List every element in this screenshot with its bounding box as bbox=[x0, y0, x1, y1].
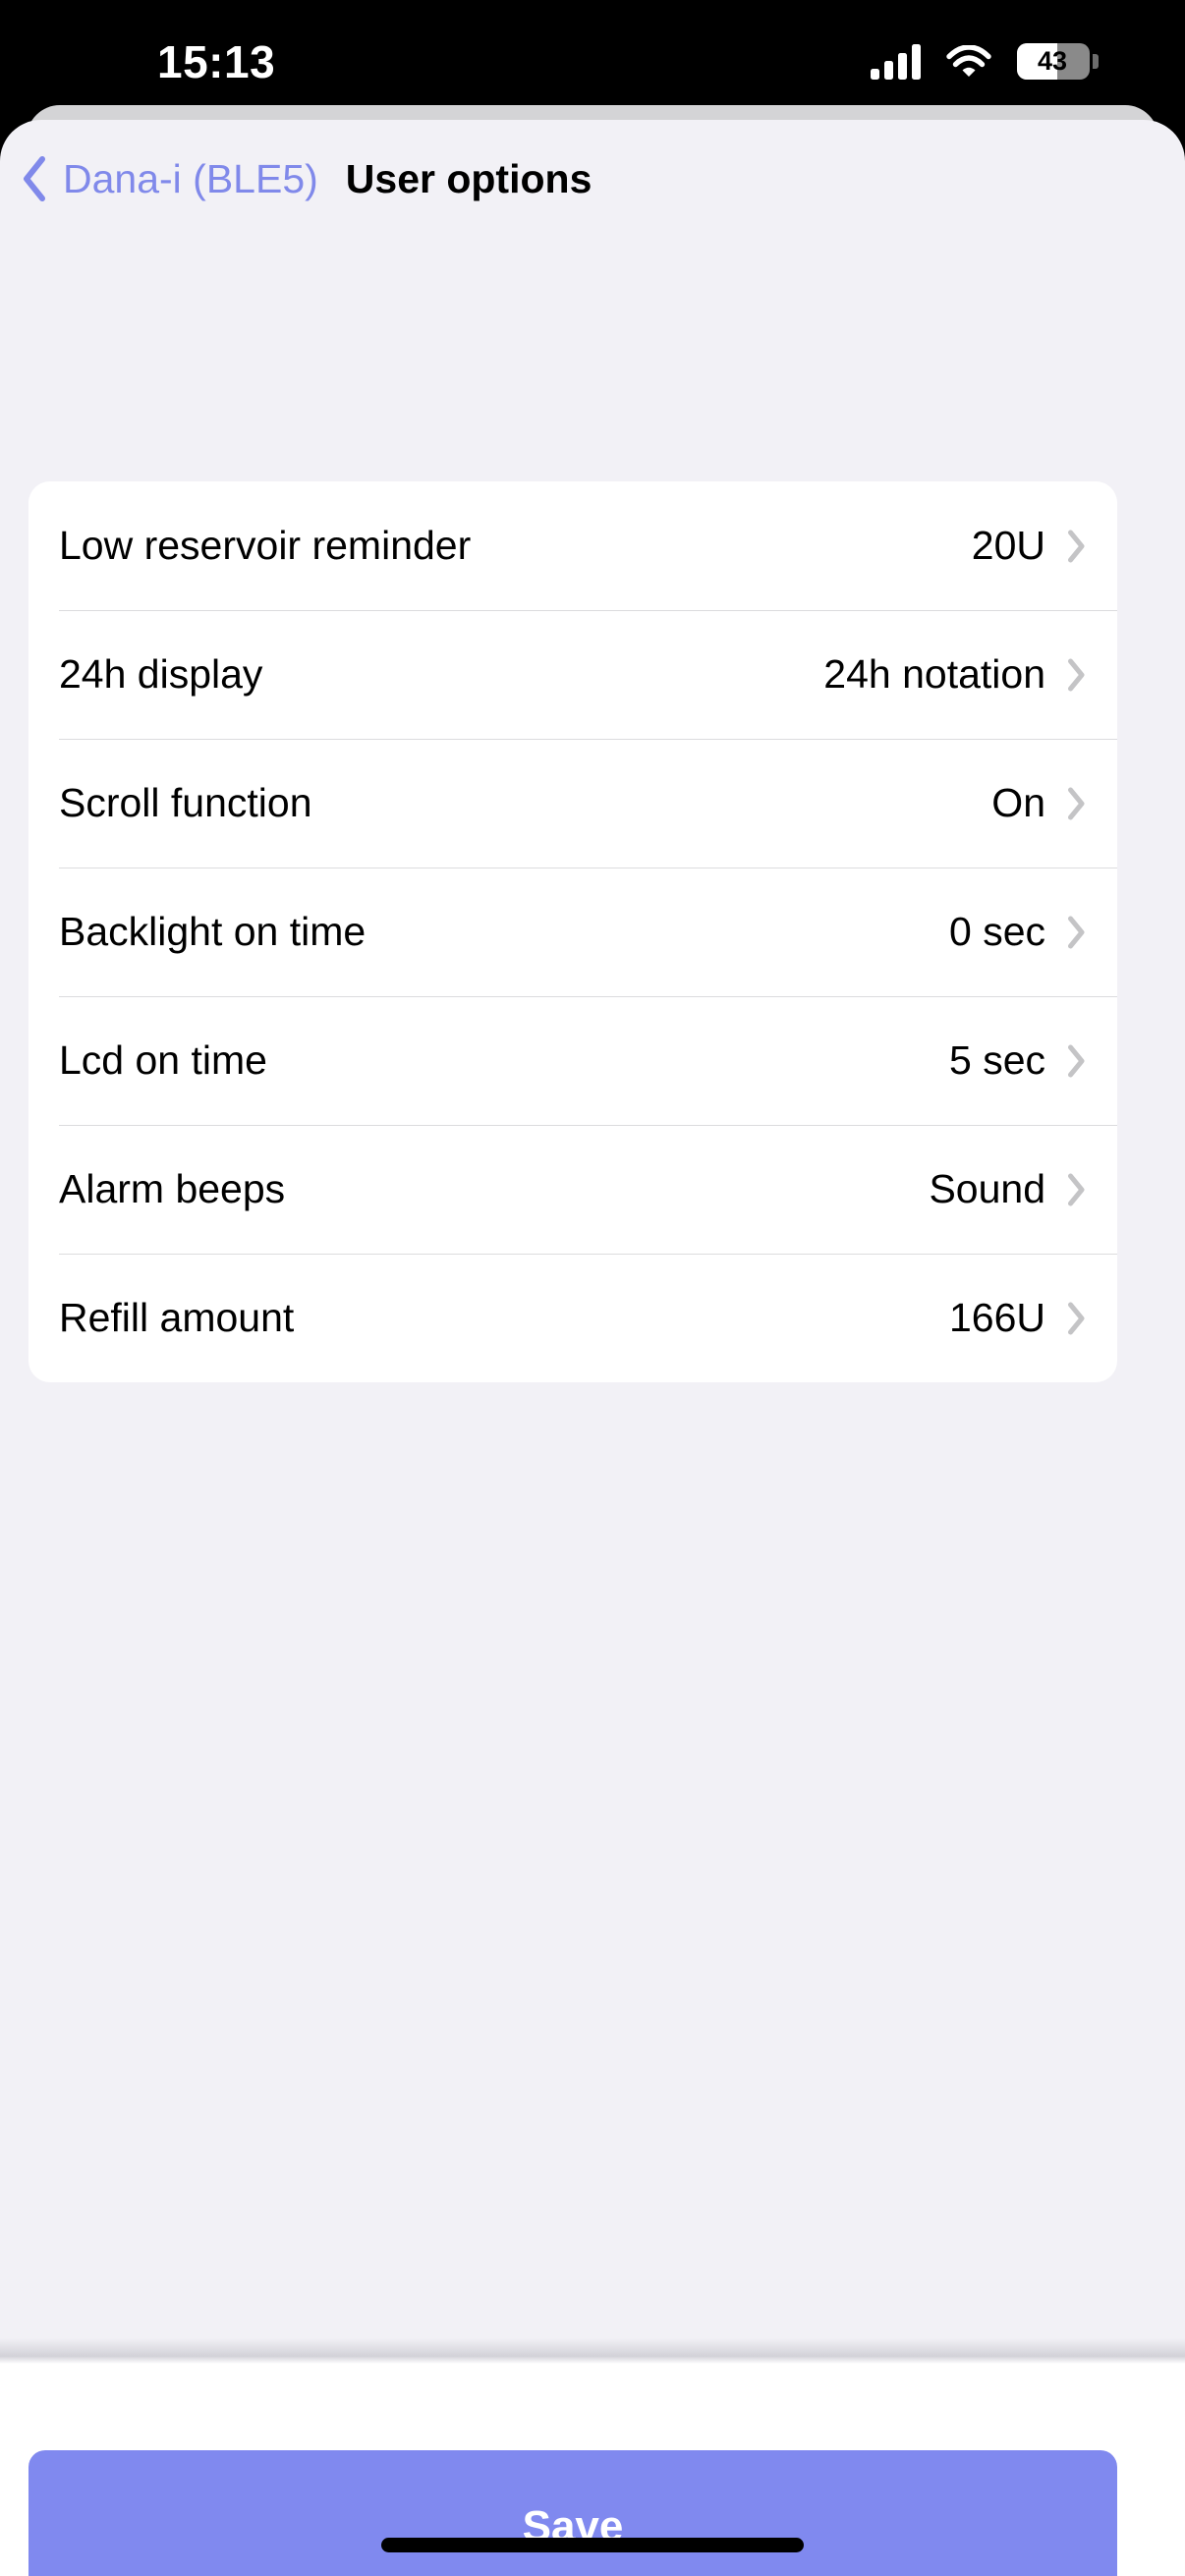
list-item-accessory: Sound bbox=[929, 1169, 1086, 1209]
list-item-label: Alarm beeps bbox=[59, 1166, 286, 1211]
list-item-accessory: 0 sec bbox=[949, 912, 1086, 952]
list-item-accessory: 20U bbox=[972, 526, 1086, 566]
list-item-accessory: 5 sec bbox=[949, 1040, 1086, 1081]
list-item-value: 24h notation bbox=[823, 651, 1045, 697]
list-item-alarm-beeps[interactable]: Alarm beeps Sound bbox=[28, 1125, 1117, 1254]
chevron-left-icon bbox=[22, 156, 47, 201]
chevron-right-icon bbox=[1045, 658, 1086, 692]
battery-icon: 43 bbox=[1017, 43, 1099, 80]
chevron-right-icon bbox=[1045, 530, 1086, 563]
list-item-backlight-on-time[interactable]: Backlight on time 0 sec bbox=[28, 868, 1117, 996]
list-item-scroll-function[interactable]: Scroll function On bbox=[28, 739, 1117, 868]
wifi-icon bbox=[946, 44, 991, 79]
home-indicator bbox=[381, 2538, 804, 2552]
list-item-value: Sound bbox=[929, 1166, 1045, 1211]
scroll-container[interactable]: Low reservoir reminder 20U 24h display 2… bbox=[0, 238, 1185, 2456]
page-title: User options bbox=[345, 155, 592, 201]
battery-tip bbox=[1093, 54, 1099, 69]
back-button[interactable]: Dana-i (BLE5) bbox=[0, 120, 318, 238]
list-item-value: 20U bbox=[971, 523, 1045, 568]
list-item-value: 166U bbox=[948, 1295, 1045, 1340]
save-button[interactable]: Save bbox=[28, 2450, 1117, 2576]
list-item-value: On bbox=[991, 780, 1045, 825]
list-item-accessory: 166U bbox=[949, 1298, 1086, 1338]
modal-sheet: Dana-i (BLE5) User options Low reservoir… bbox=[0, 120, 1185, 2576]
footer-divider-shadow bbox=[0, 2338, 1185, 2364]
status-bar: 15:13 43 bbox=[0, 0, 1185, 120]
chevron-right-icon bbox=[1045, 1044, 1086, 1078]
back-button-label: Dana-i (BLE5) bbox=[63, 155, 318, 201]
list-item-label: Low reservoir reminder bbox=[59, 523, 472, 568]
list-item-24h-display[interactable]: 24h display 24h notation bbox=[28, 610, 1117, 739]
chevron-right-icon bbox=[1045, 1302, 1086, 1335]
chevron-right-icon bbox=[1045, 787, 1086, 820]
phone-screen: 15:13 43 Dana-i (BLE5) User options Low … bbox=[0, 0, 1185, 2576]
list-item-accessory: On bbox=[991, 783, 1086, 823]
status-bar-icons: 43 bbox=[871, 43, 1099, 80]
navigation-bar: Dana-i (BLE5) User options bbox=[0, 120, 1185, 238]
status-bar-clock: 15:13 bbox=[157, 36, 276, 87]
list-item-label: Refill amount bbox=[59, 1295, 295, 1340]
battery-percent-label: 43 bbox=[1037, 46, 1068, 76]
list-item-value: 0 sec bbox=[949, 909, 1045, 954]
list-item-accessory: 24h notation bbox=[823, 654, 1086, 695]
list-item-label: Scroll function bbox=[59, 780, 312, 825]
list-item-lcd-on-time[interactable]: Lcd on time 5 sec bbox=[28, 996, 1117, 1125]
list-item-low-reservoir-reminder[interactable]: Low reservoir reminder 20U bbox=[28, 481, 1117, 610]
list-item-label: Backlight on time bbox=[59, 909, 367, 954]
list-item-label: Lcd on time bbox=[59, 1037, 267, 1083]
user-options-list: Low reservoir reminder 20U 24h display 2… bbox=[28, 481, 1117, 1382]
list-item-refill-amount[interactable]: Refill amount 166U bbox=[28, 1254, 1117, 1382]
list-item-label: 24h display bbox=[59, 651, 263, 697]
list-item-value: 5 sec bbox=[949, 1037, 1045, 1083]
cellular-signal-icon bbox=[871, 43, 921, 80]
chevron-right-icon bbox=[1045, 916, 1086, 949]
chevron-right-icon bbox=[1045, 1173, 1086, 1206]
